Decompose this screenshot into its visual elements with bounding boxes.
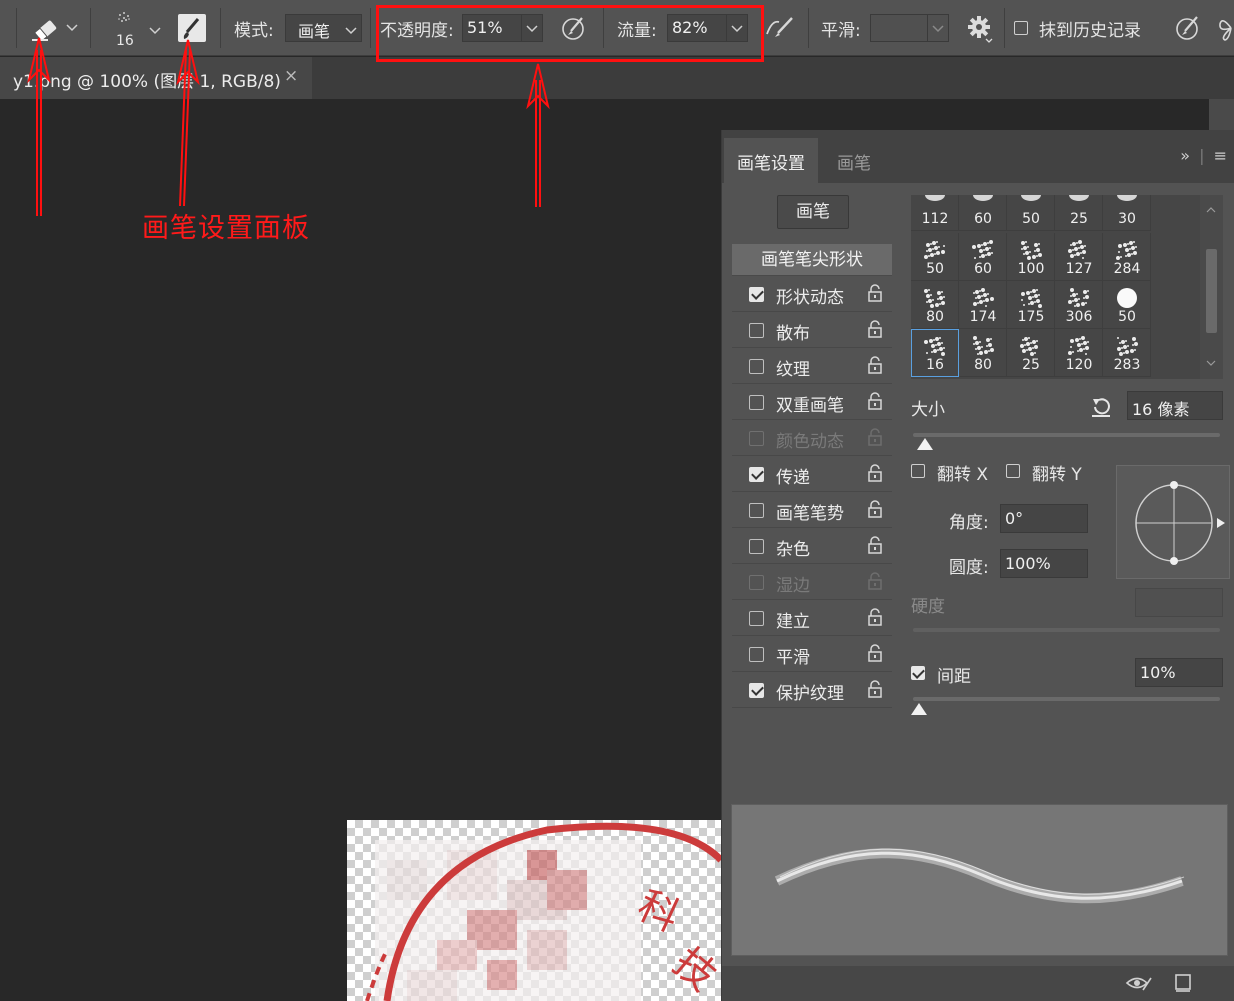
annotation-arrowhead xyxy=(27,37,51,84)
annotation-arrows xyxy=(27,37,550,216)
annotation-arrowhead xyxy=(526,63,550,110)
photoshop-window: { "options_bar": { "brush_size": "16", "… xyxy=(0,0,1234,1001)
annotation-arrowhead xyxy=(176,39,200,86)
annotation-label: 画笔设置面板 xyxy=(142,213,310,244)
